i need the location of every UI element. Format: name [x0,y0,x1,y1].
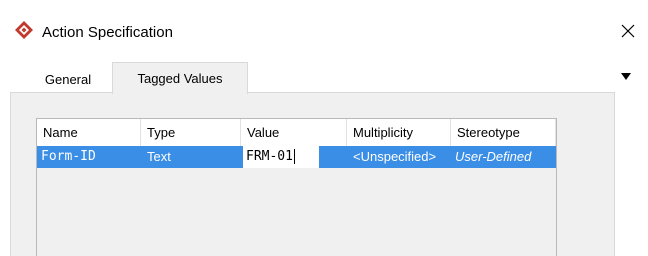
cell-multiplicity[interactable]: <Unspecified> [347,146,451,168]
value-input-text: FRM-01 [246,149,293,164]
column-header-type[interactable]: Type [141,119,241,146]
window-title: Action Specification [42,24,173,41]
cell-type[interactable]: Text [141,146,241,168]
action-specification-dialog: Action Specification General Tagged Valu… [0,0,648,256]
title-bar: Action Specification [0,0,648,58]
column-header-stereotype[interactable]: Stereotype [451,119,556,146]
table-header: Name Type Value Multiplicity Stereotype [37,119,556,146]
tab-general[interactable]: General [24,66,112,93]
column-header-value[interactable]: Value [241,119,347,146]
diamond-logo-icon [14,20,34,40]
table-row[interactable]: Form-ID Text FRM-01 <Unspecified> User-D… [37,146,556,168]
tagged-values-table: Name Type Value Multiplicity Stereotype … [36,118,557,256]
close-icon [621,24,635,38]
value-input[interactable]: FRM-01 [243,146,319,168]
tab-general-label: General [44,72,92,87]
tab-tagged-values[interactable]: Tagged Values [112,62,248,94]
column-header-name[interactable]: Name [37,119,141,146]
close-button[interactable] [608,14,648,48]
text-caret [293,149,295,164]
cell-stereotype[interactable]: User-Defined [451,146,556,168]
tab-tagged-values-label: Tagged Values [137,71,223,86]
triangle-down-icon [621,72,631,80]
column-header-multiplicity[interactable]: Multiplicity [347,119,451,146]
tab-overflow-button[interactable] [619,70,633,82]
cell-name[interactable]: Form-ID [37,146,141,168]
